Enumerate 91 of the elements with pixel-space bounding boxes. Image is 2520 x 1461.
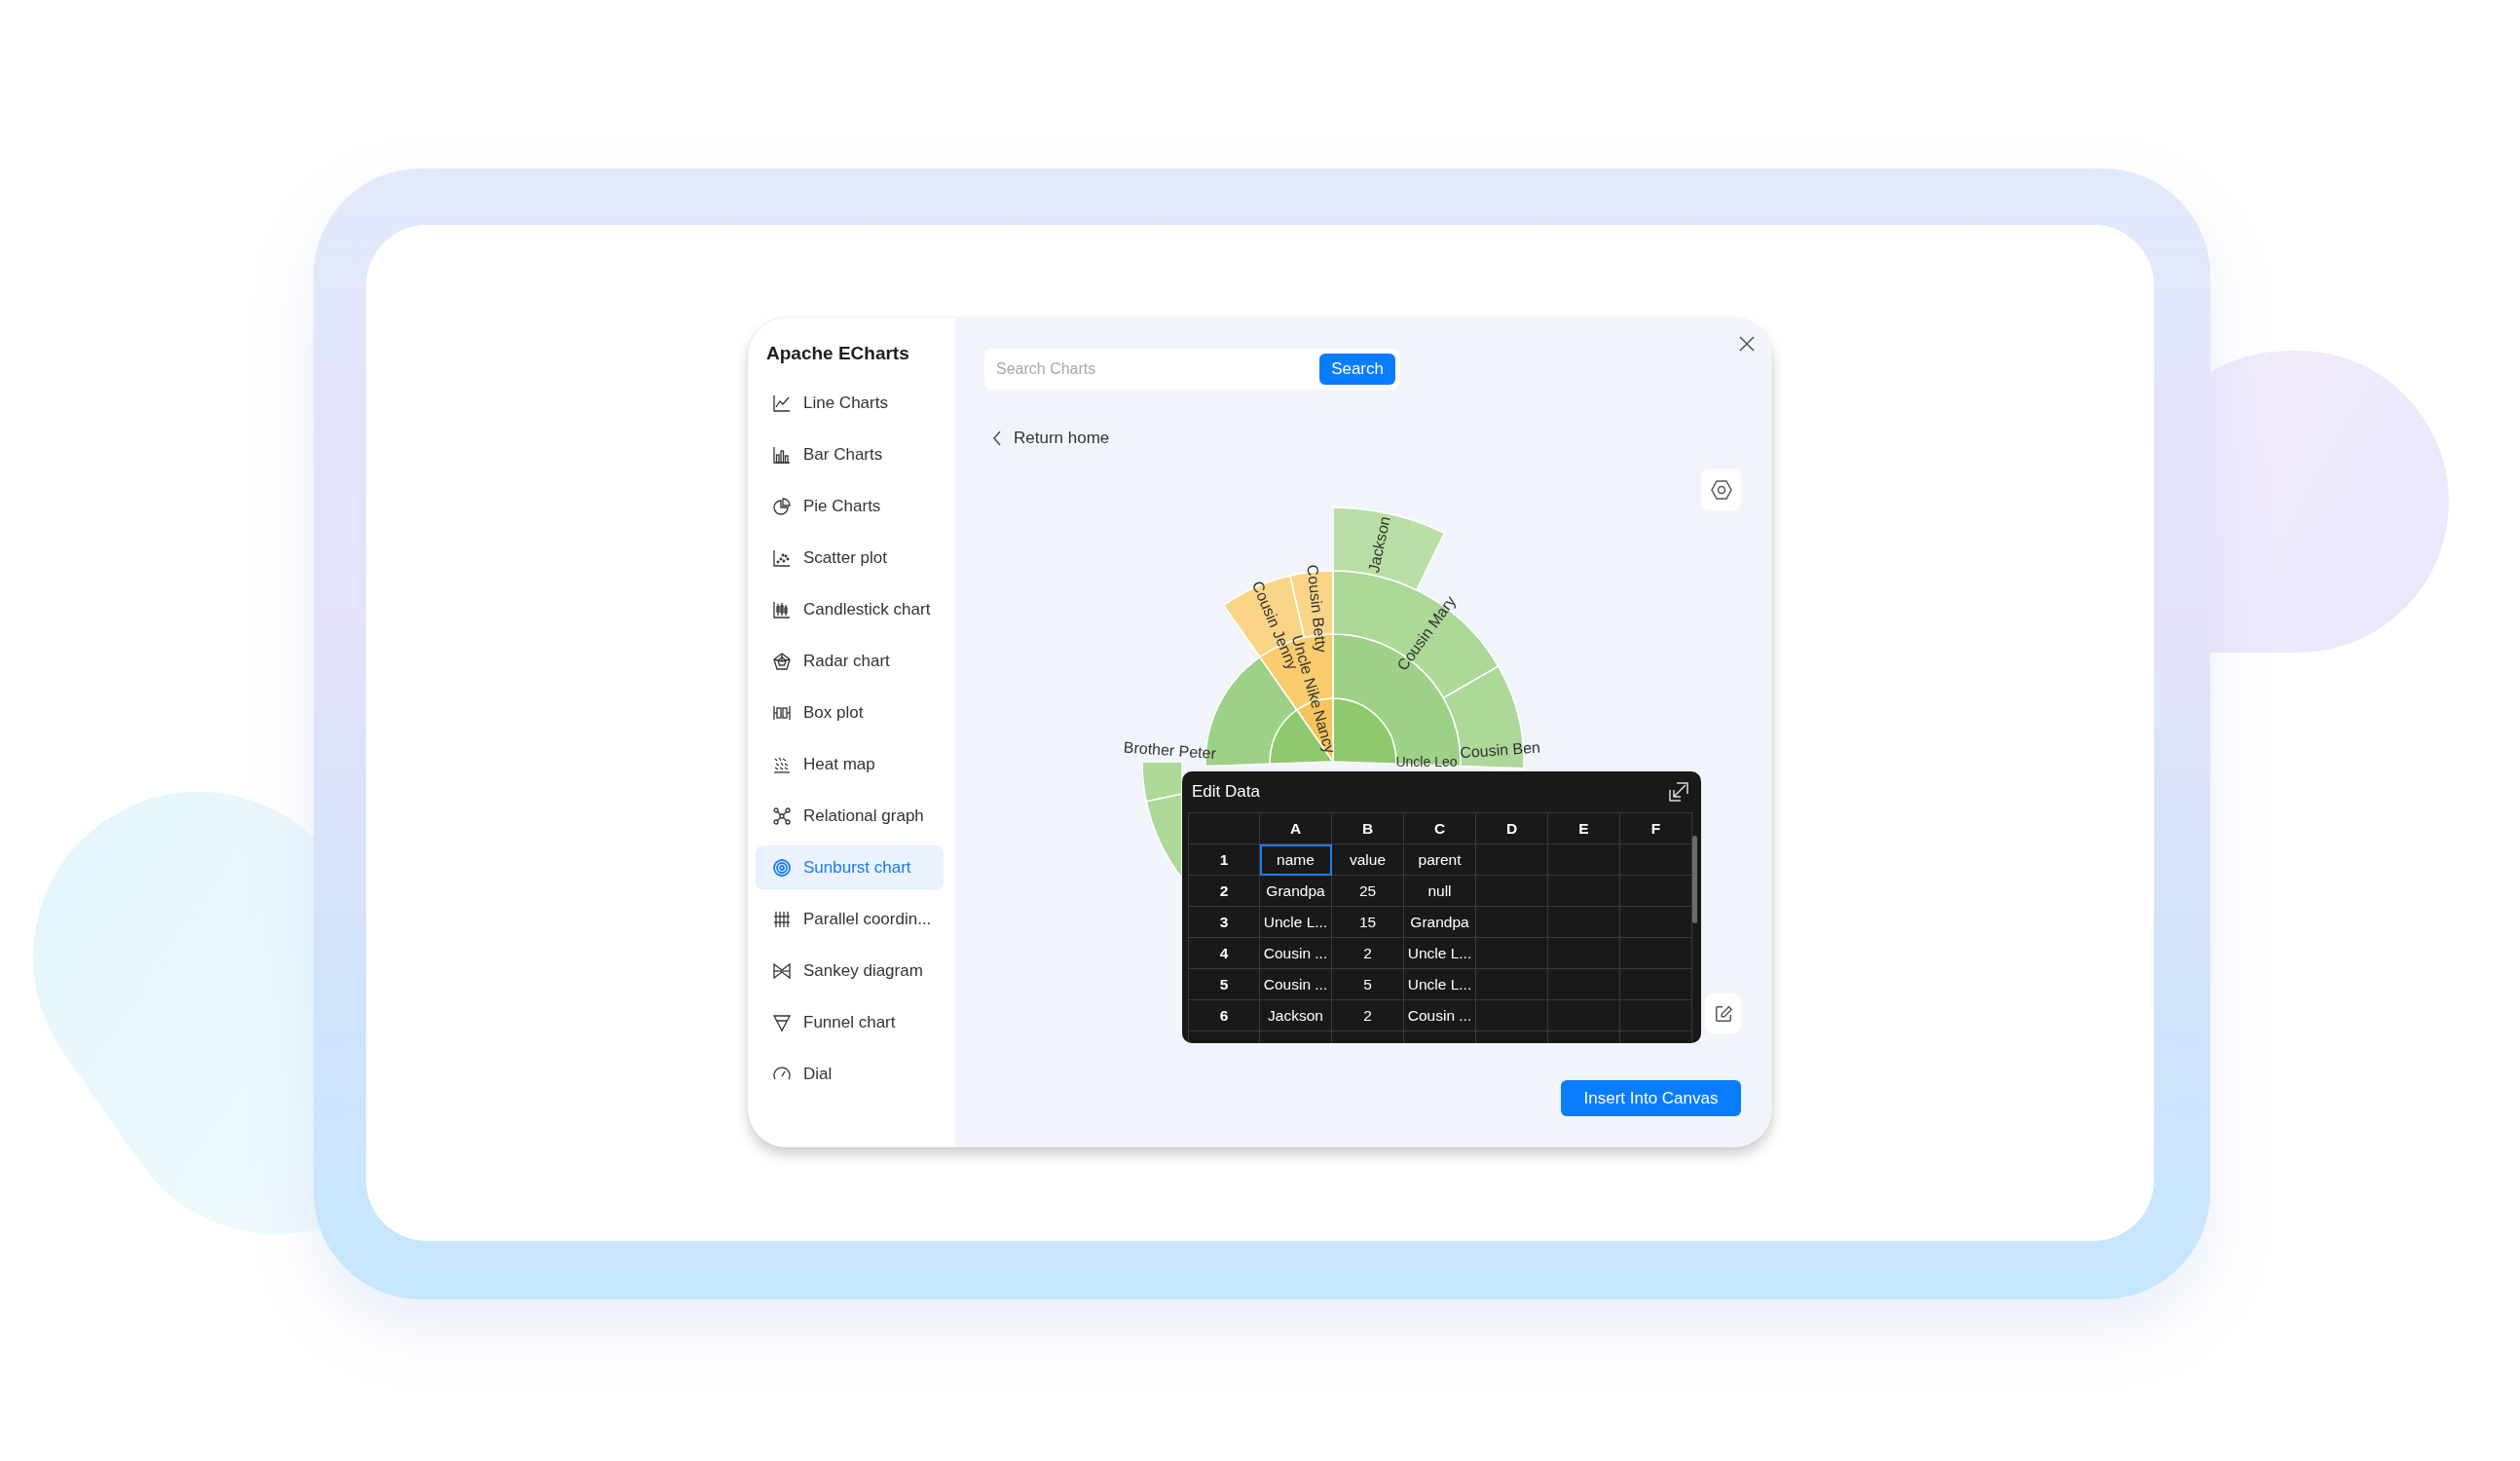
table-cell[interactable]: Uncle L...	[1404, 938, 1476, 969]
table-cell[interactable]	[1476, 969, 1548, 1000]
search-button[interactable]: Search	[1319, 354, 1395, 385]
table-cell[interactable]	[1620, 1000, 1692, 1031]
sidebar-item[interactable]: Sunburst chart	[756, 845, 944, 890]
row-header: 5	[1189, 969, 1260, 1000]
table-cell[interactable]: 15	[1332, 907, 1404, 938]
panel-title: Edit Data	[1192, 782, 1260, 802]
sidebar-item[interactable]: Sankey diagram	[756, 949, 944, 993]
table-cell[interactable]: 2	[1332, 1000, 1404, 1031]
row-header: 6	[1189, 1000, 1260, 1031]
chart-type-icon	[772, 961, 792, 981]
edit-button[interactable]	[1705, 993, 1741, 1033]
sidebar-item[interactable]: Line Charts	[756, 381, 944, 426]
chart-type-icon	[772, 393, 792, 413]
chart-type-icon	[772, 600, 792, 619]
table-cell[interactable]: 25	[1332, 876, 1404, 907]
segment-label: Cousin Ben	[1459, 738, 1541, 762]
sidebar-item[interactable]: Bar Charts	[756, 432, 944, 477]
column-header: E	[1548, 813, 1620, 844]
app-title: Apache ECharts	[765, 342, 910, 365]
edit-icon	[1713, 1003, 1733, 1024]
segment-label: Cousin Betty	[1304, 563, 1330, 654]
column-header: C	[1404, 813, 1476, 844]
close-icon[interactable]	[1737, 334, 1757, 354]
sidebar-item[interactable]: Heat map	[756, 742, 944, 787]
settings-button[interactable]	[1701, 469, 1741, 510]
sidebar-item[interactable]: Scatter plot	[756, 536, 944, 581]
chart-type-icon	[772, 652, 792, 671]
chart-type-icon	[772, 910, 792, 929]
chart-type-icon	[772, 806, 792, 826]
table-cell[interactable]	[1476, 938, 1548, 969]
insert-button[interactable]: Insert Into Canvas	[1561, 1080, 1741, 1116]
table-cell[interactable]	[1548, 1000, 1620, 1031]
table-cell[interactable]	[1620, 938, 1692, 969]
segment-label: Jackson	[1365, 514, 1393, 575]
table-cell[interactable]	[1476, 907, 1548, 938]
table-cell[interactable]	[1476, 1000, 1548, 1031]
sidebar-item[interactable]: Box plot	[756, 691, 944, 735]
table-cell[interactable]	[1548, 969, 1620, 1000]
table-cell[interactable]: Uncle L...	[1404, 969, 1476, 1000]
settings-icon	[1709, 478, 1733, 502]
table-cell[interactable]: name	[1260, 844, 1332, 876]
table-cell[interactable]: Cousin ...	[1404, 1000, 1476, 1031]
table-cell[interactable]: 2	[1332, 938, 1404, 969]
row-header: 4	[1189, 938, 1260, 969]
table-cell[interactable]: value	[1332, 844, 1404, 876]
table-cell[interactable]	[1548, 876, 1620, 907]
back-link[interactable]: Return home	[992, 426, 1110, 451]
sidebar-item[interactable]: Dial	[756, 1052, 944, 1097]
chart-type-icon	[772, 548, 792, 568]
column-header: A	[1260, 813, 1332, 844]
table-cell[interactable]	[1620, 969, 1692, 1000]
chevron-left-icon	[992, 430, 1002, 447]
chart-type-icon	[772, 497, 792, 516]
table-cell[interactable]: Uncle L...	[1260, 907, 1332, 938]
sidebar-item[interactable]: Parallel coordin...	[756, 897, 944, 942]
table-cell[interactable]: 5	[1332, 969, 1404, 1000]
chart-type-icon	[772, 755, 792, 774]
column-header: D	[1476, 813, 1548, 844]
table-cell[interactable]: Jackson	[1260, 1000, 1332, 1031]
minimize-icon[interactable]	[1668, 781, 1689, 803]
table-cell[interactable]: Grandpa	[1404, 907, 1476, 938]
scrollbar-thumb[interactable]	[1692, 836, 1697, 923]
sidebar-item[interactable]: Relational graph	[756, 794, 944, 839]
sidebar-item[interactable]: Funnel chart	[756, 1000, 944, 1045]
table-cell[interactable]: null	[1404, 876, 1476, 907]
column-header: F	[1620, 813, 1692, 844]
table-cell[interactable]	[1476, 876, 1548, 907]
segment-label: Brother Peter	[1123, 738, 1217, 763]
segment-label: Nancy	[1310, 708, 1339, 756]
search-field[interactable]: Search Charts Search	[984, 349, 1399, 390]
row-header: 2	[1189, 876, 1260, 907]
chart-type-icon	[772, 1013, 792, 1032]
row-header: 3	[1189, 907, 1260, 938]
table-cell[interactable]	[1548, 844, 1620, 876]
sidebar-item[interactable]: Pie Charts	[756, 484, 944, 529]
chart-type-icon	[772, 445, 792, 465]
table-cell[interactable]	[1476, 844, 1548, 876]
row-header: 1	[1189, 844, 1260, 876]
chart-type-icon	[772, 703, 792, 723]
table-cell[interactable]: parent	[1404, 844, 1476, 876]
table-cell[interactable]	[1548, 907, 1620, 938]
sidebar-item[interactable]: Candlestick chart	[756, 587, 944, 632]
table-cell[interactable]: Cousin ...	[1260, 969, 1332, 1000]
column-header: B	[1332, 813, 1404, 844]
table-cell[interactable]: Cousin ...	[1260, 938, 1332, 969]
table-cell[interactable]: Grandpa	[1260, 876, 1332, 907]
table-cell[interactable]	[1548, 938, 1620, 969]
sidebar-item[interactable]: Radar chart	[756, 639, 944, 684]
chart-type-icon	[772, 858, 792, 878]
